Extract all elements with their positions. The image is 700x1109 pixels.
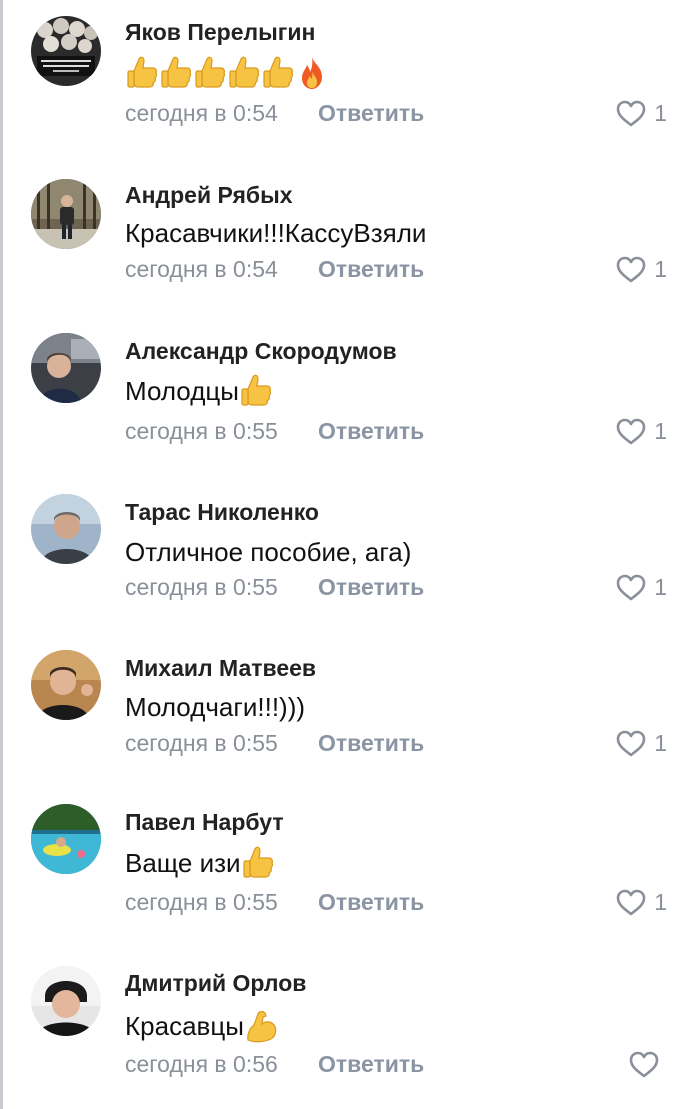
thumbs-up-icon bbox=[127, 56, 158, 88]
comment-timestamp: сегодня в 0:56 bbox=[125, 1051, 278, 1077]
comment-text: Красавцы bbox=[125, 1006, 278, 1046]
comment-text bbox=[125, 53, 329, 93]
reply-button[interactable]: Ответить bbox=[318, 1051, 424, 1078]
heart-icon bbox=[616, 574, 646, 601]
comment-timestamp: сегодня в 0:55 bbox=[125, 730, 278, 756]
thumbs-up-icon bbox=[229, 56, 260, 88]
comment-timestamp: сегодня в 0:55 bbox=[125, 889, 278, 915]
comment-text-content: Красавцы bbox=[125, 1010, 244, 1041]
avatar[interactable] bbox=[31, 650, 101, 720]
like-button[interactable]: 1 bbox=[616, 418, 667, 445]
comment-text: Красавчики!!!КассуВзяли bbox=[125, 213, 426, 253]
heart-icon bbox=[616, 889, 646, 916]
comment-timestamp: сегодня в 0:54 bbox=[125, 100, 278, 126]
like-button[interactable] bbox=[629, 1051, 667, 1078]
comment-author[interactable]: Тарас Николенко bbox=[125, 499, 319, 526]
heart-icon bbox=[629, 1051, 659, 1078]
comment-text-content: Красавчики!!!КассуВзяли bbox=[125, 217, 427, 248]
fire-icon bbox=[302, 57, 322, 89]
heart-icon bbox=[616, 256, 646, 283]
avatar[interactable] bbox=[31, 333, 101, 403]
comment-text: Молодчаги!!!))) bbox=[125, 687, 305, 727]
like-count: 1 bbox=[654, 256, 667, 282]
comment-text: Молодцы bbox=[125, 371, 273, 411]
like-count: 1 bbox=[654, 418, 667, 444]
comment-item: Андрей Рябых Красавчики!!!КассуВзяли сег… bbox=[0, 155, 700, 313]
avatar[interactable] bbox=[31, 804, 101, 874]
flexed-biceps-icon bbox=[247, 1011, 277, 1043]
comment-author[interactable]: Павел Нарбут bbox=[125, 809, 284, 836]
like-button[interactable]: 1 bbox=[616, 730, 667, 757]
comment-text-content: Молодчаги!!!))) bbox=[125, 691, 306, 722]
thumbs-up-icon bbox=[263, 56, 294, 88]
comment-item: Александр Скородумов Молодцы сегодня в 0… bbox=[0, 313, 700, 471]
reply-button[interactable]: Ответить bbox=[318, 100, 424, 127]
comment-text-content: Ваще изи bbox=[125, 847, 241, 878]
like-count: 1 bbox=[654, 100, 667, 126]
heart-icon bbox=[616, 418, 646, 445]
reply-button[interactable]: Ответить bbox=[318, 574, 424, 601]
comment-item: Яков Перелыгин сегодня в 0:54 Ответить 1 bbox=[0, 0, 700, 155]
avatar[interactable] bbox=[31, 179, 101, 249]
thumbs-up-icon bbox=[241, 374, 271, 406]
like-count: 1 bbox=[654, 889, 667, 915]
thumbs-up-icon bbox=[161, 56, 192, 88]
like-count: 1 bbox=[654, 574, 667, 600]
reply-button[interactable]: Ответить bbox=[318, 730, 424, 757]
comment-author[interactable]: Яков Перелыгин bbox=[125, 19, 315, 46]
comment-author[interactable]: Андрей Рябых bbox=[125, 182, 293, 209]
comment-item: Дмитрий Орлов Красавцы сегодня в 0:56 От… bbox=[0, 943, 700, 1109]
avatar[interactable] bbox=[31, 494, 101, 564]
thumbs-up-icon bbox=[242, 846, 273, 878]
comment-text: Отличное пособие, ага) bbox=[125, 532, 411, 572]
reply-button[interactable]: Ответить bbox=[318, 889, 424, 916]
comment-author[interactable]: Дмитрий Орлов bbox=[125, 970, 306, 997]
comment-timestamp: сегодня в 0:55 bbox=[125, 418, 278, 444]
thumbs-up-icon bbox=[195, 56, 226, 88]
comment-item: Тарас Николенко Отличное пособие, ага) с… bbox=[0, 471, 700, 628]
reply-button[interactable]: Ответить bbox=[318, 256, 424, 283]
comment-text-content: Молодцы bbox=[125, 375, 239, 406]
like-button[interactable]: 1 bbox=[616, 889, 667, 916]
like-count: 1 bbox=[654, 730, 667, 756]
like-button[interactable]: 1 bbox=[616, 256, 667, 283]
like-button[interactable]: 1 bbox=[616, 574, 667, 601]
comment-item: Павел Нарбут Ваще изи сегодня в 0:55 Отв… bbox=[0, 785, 700, 943]
comment-text-content: Отличное пособие, ага) bbox=[125, 536, 412, 567]
heart-icon bbox=[616, 730, 646, 757]
avatar[interactable] bbox=[31, 16, 101, 86]
comment-text: Ваще изи bbox=[125, 843, 275, 883]
heart-icon bbox=[616, 100, 646, 127]
comment-timestamp: сегодня в 0:54 bbox=[125, 256, 278, 282]
avatar[interactable] bbox=[31, 966, 101, 1036]
comment-author[interactable]: Михаил Матвеев bbox=[125, 655, 316, 682]
like-button[interactable]: 1 bbox=[616, 100, 667, 127]
reply-button[interactable]: Ответить bbox=[318, 418, 424, 445]
comment-item: Михаил Матвеев Молодчаги!!!))) сегодня в… bbox=[0, 628, 700, 785]
comment-author[interactable]: Александр Скородумов bbox=[125, 338, 397, 365]
comment-timestamp: сегодня в 0:55 bbox=[125, 574, 278, 600]
